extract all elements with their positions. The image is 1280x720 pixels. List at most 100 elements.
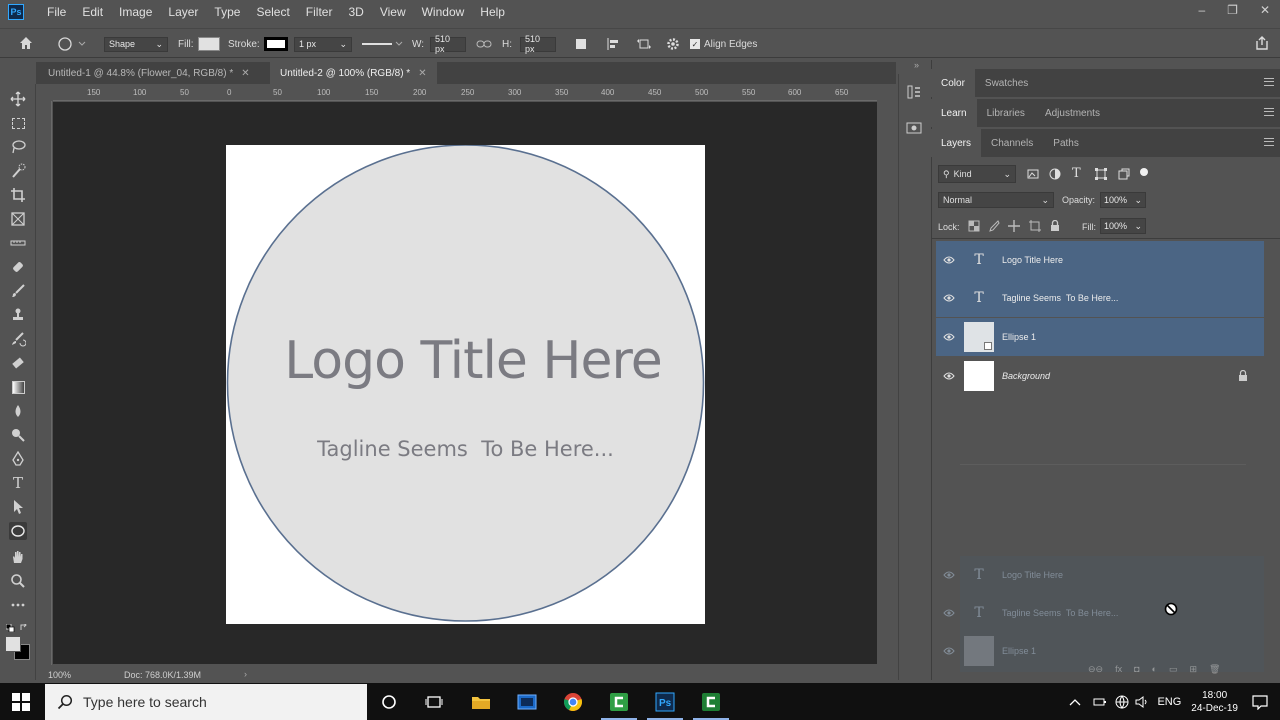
default-colors-icon[interactable] — [6, 624, 16, 632]
gradient-tool-icon[interactable] — [9, 378, 27, 396]
lock-all-icon[interactable] — [1050, 220, 1060, 232]
menu-image[interactable]: Image — [116, 5, 155, 19]
healing-brush-tool-icon[interactable] — [9, 258, 27, 276]
crop-tool-icon[interactable] — [9, 186, 27, 204]
eyedropper-tool-icon[interactable] — [9, 234, 27, 252]
more-tools-icon[interactable] — [9, 596, 27, 614]
tab-paths[interactable]: Paths — [1043, 129, 1089, 157]
menu-select[interactable]: Select — [253, 5, 292, 19]
dodge-tool-icon[interactable] — [9, 426, 27, 444]
align-edges-checkbox[interactable]: ✓ Align Edges — [690, 36, 757, 52]
hand-tool-icon[interactable] — [9, 548, 27, 566]
lasso-tool-icon[interactable] — [9, 138, 27, 156]
menu-file[interactable]: File — [44, 5, 69, 19]
tab-channels[interactable]: Channels — [981, 129, 1043, 157]
layer-row-logo-title[interactable]: T Logo Title Here — [936, 241, 1264, 279]
blend-mode-select[interactable]: Normal ⌄ — [938, 192, 1054, 208]
eraser-tool-icon[interactable] — [9, 354, 27, 372]
camtasia-recorder-icon[interactable] — [689, 683, 733, 720]
link-wh-icon[interactable] — [476, 36, 492, 52]
app-window-icon[interactable] — [505, 683, 549, 720]
stroke-swatch[interactable] — [264, 36, 288, 52]
tool-mode-select[interactable]: Shape ⌄ — [104, 36, 168, 52]
menu-filter[interactable]: Filter — [303, 5, 336, 19]
battery-icon[interactable] — [1093, 697, 1107, 707]
layer-row-ellipse-1[interactable]: Ellipse 1 — [936, 318, 1264, 356]
new-layer-icon[interactable]: ⊞ — [1190, 664, 1198, 675]
add-mask-icon[interactable]: ◘ — [1134, 664, 1139, 675]
document-canvas[interactable]: Logo Title Here Tagline Seems To Be Here… — [226, 145, 705, 624]
close-icon[interactable]: ✕ — [241, 68, 249, 79]
layer-name[interactable]: Background — [1002, 371, 1050, 381]
layer-row-tagline[interactable]: T Tagline Seems To Be Here... — [936, 279, 1264, 317]
layer-name[interactable]: Logo Title Here — [1002, 255, 1063, 265]
file-explorer-icon[interactable] — [459, 683, 503, 720]
type-tool-icon[interactable]: T — [9, 474, 27, 492]
menu-window[interactable]: Window — [419, 5, 468, 19]
eye-icon[interactable] — [938, 372, 960, 380]
delete-layer-icon[interactable]: 🗑 — [1209, 664, 1220, 675]
width-field[interactable]: 510 px — [430, 34, 466, 54]
tab-layers[interactable]: Layers — [931, 129, 982, 157]
eye-icon[interactable] — [938, 256, 960, 264]
fill-opacity-field[interactable]: 100% ⌄ — [1100, 218, 1146, 234]
link-layers-icon[interactable]: ⊖⊖ — [1088, 664, 1103, 675]
lock-artboard-icon[interactable] — [1029, 220, 1041, 232]
move-tool-icon[interactable] — [9, 90, 27, 108]
ellipse-tool-preset-icon[interactable] — [56, 36, 86, 52]
filter-smart-objects-icon[interactable] — [1117, 167, 1131, 181]
photoshop-taskbar-icon[interactable]: Ps — [643, 683, 687, 720]
new-group-icon[interactable]: ▭ — [1169, 664, 1178, 675]
filter-adjustment-layers-icon[interactable] — [1048, 167, 1062, 181]
tab-color[interactable]: Color — [931, 69, 975, 97]
opacity-field[interactable]: 100% ⌄ — [1100, 192, 1146, 208]
lock-position-icon[interactable] — [1008, 220, 1020, 232]
clock[interactable]: 18:00 24-Dec-19 — [1191, 689, 1238, 715]
path-alignment-icon[interactable] — [606, 36, 620, 52]
history-panel-icon[interactable] — [906, 84, 922, 100]
tagline-text[interactable]: Tagline Seems To Be Here... — [226, 437, 705, 461]
path-selection-tool-icon[interactable] — [9, 498, 27, 516]
windows-start-icon[interactable] — [12, 693, 30, 711]
ruler-origin[interactable] — [36, 86, 53, 101]
chrome-icon[interactable] — [551, 683, 595, 720]
close-icon[interactable]: ✕ — [418, 68, 426, 79]
quick-selection-tool-icon[interactable] — [9, 162, 27, 180]
zoom-level[interactable]: 100% — [48, 670, 71, 680]
panel-menu-icon[interactable] — [1264, 78, 1274, 86]
stroke-type-select[interactable] — [360, 36, 404, 52]
chevron-up-icon[interactable] — [1069, 698, 1081, 706]
filter-pixel-layers-icon[interactable] — [1026, 167, 1040, 181]
collapse-panels-icon[interactable]: » — [914, 60, 919, 70]
lock-transparent-pixels-icon[interactable] — [968, 220, 980, 232]
ellipse-tool-icon[interactable] — [9, 522, 27, 540]
share-icon[interactable] — [1254, 35, 1270, 51]
blur-tool-icon[interactable] — [9, 402, 27, 420]
tab-adjustments[interactable]: Adjustments — [1035, 99, 1110, 127]
minimize-button[interactable]: – — [1198, 3, 1205, 17]
action-center-icon[interactable] — [1252, 694, 1268, 710]
clone-stamp-tool-icon[interactable] — [9, 306, 27, 324]
eye-icon[interactable] — [938, 294, 960, 302]
network-globe-icon[interactable] — [1115, 695, 1129, 709]
close-button[interactable]: ✕ — [1260, 3, 1270, 17]
frame-tool-icon[interactable] — [9, 210, 27, 228]
chevron-right-icon[interactable]: › — [244, 669, 247, 679]
brush-tool-icon[interactable] — [9, 282, 27, 300]
home-icon[interactable] — [18, 35, 34, 51]
new-adjustment-icon[interactable]: ◐ — [1152, 664, 1157, 675]
language-indicator[interactable]: ENG — [1157, 696, 1181, 708]
restore-button[interactable]: ❐ — [1227, 3, 1238, 17]
cortana-icon[interactable] — [367, 683, 411, 720]
menu-edit[interactable]: Edit — [79, 5, 106, 19]
layer-name[interactable]: Ellipse 1 — [1002, 332, 1036, 342]
panel-menu-icon[interactable] — [1264, 138, 1274, 146]
taskbar-search-box[interactable]: Type here to search — [45, 684, 367, 720]
lock-image-pixels-icon[interactable] — [988, 220, 1000, 232]
swap-colors-icon[interactable] — [20, 624, 30, 632]
pen-tool-icon[interactable] — [9, 450, 27, 468]
task-view-icon[interactable] — [412, 683, 456, 720]
eye-icon[interactable] — [938, 333, 960, 341]
doc-tab-untitled-2[interactable]: Untitled-2 @ 100% (RGB/8) * ✕ — [270, 62, 437, 84]
menu-view[interactable]: View — [377, 5, 409, 19]
